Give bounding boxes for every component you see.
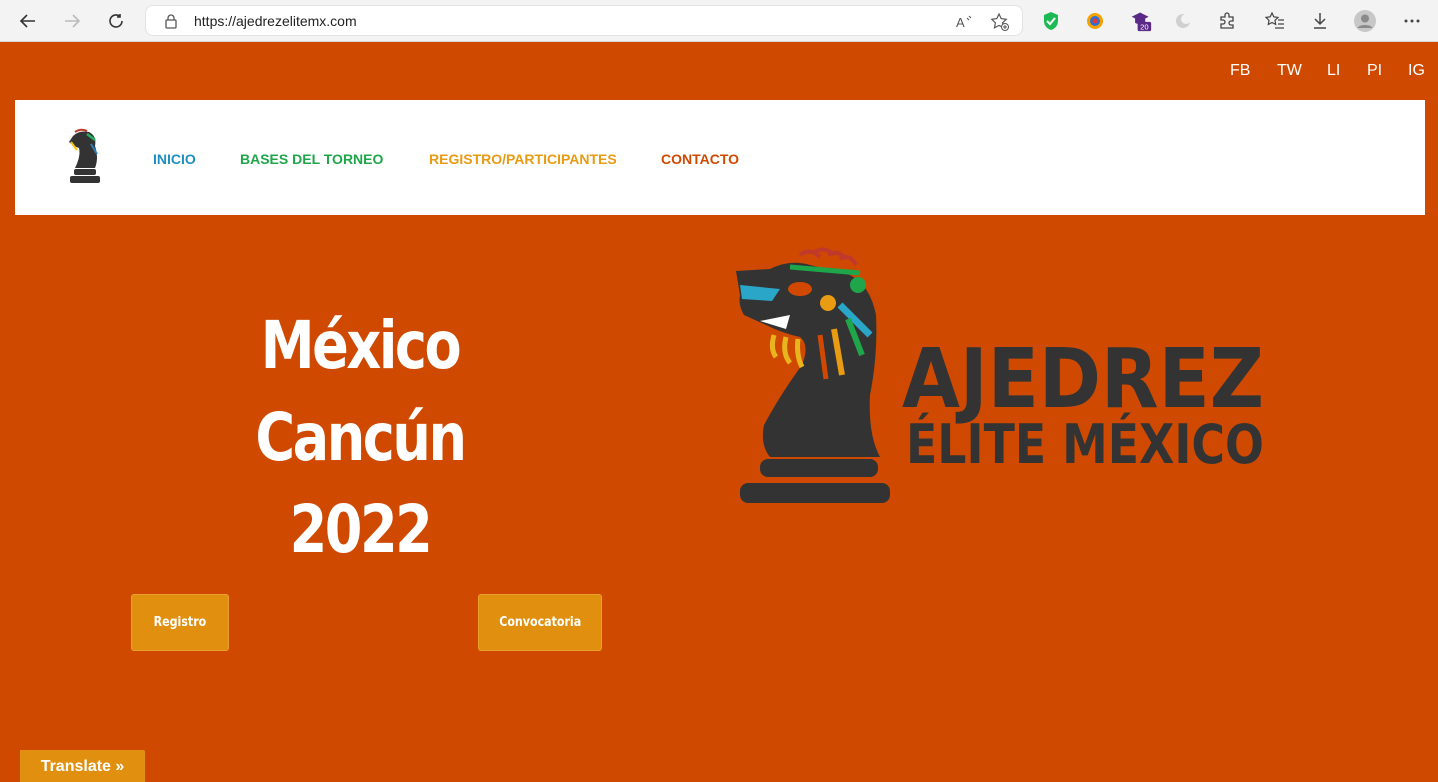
- moon-extension-icon[interactable]: [1172, 10, 1194, 32]
- extensions-puzzle-icon[interactable]: [1216, 10, 1238, 32]
- registro-button[interactable]: Registro: [131, 594, 229, 651]
- site-navbar: INICIO BASES DEL TORNEO REGISTRO/PARTICI…: [15, 100, 1425, 215]
- nav-link-registro-participantes[interactable]: REGISTRO/PARTICIPANTES: [429, 151, 617, 167]
- read-aloud-icon[interactable]: A: [954, 12, 974, 32]
- ajedrez-elite-mexico-logo: AJEDREZ ÉLITE MÉXICO: [736, 247, 1264, 503]
- svg-text:A: A: [956, 15, 965, 30]
- brand-word-elite-mexico: ÉLITE MÉXICO: [906, 413, 1264, 476]
- back-icon[interactable]: [16, 9, 40, 33]
- serpent-knight-icon: [736, 247, 890, 503]
- profile-avatar-icon[interactable]: [1354, 10, 1376, 32]
- nav-link-inicio[interactable]: INICIO: [153, 151, 196, 167]
- social-link-ig[interactable]: IG: [1408, 62, 1425, 80]
- address-bar[interactable]: https://ajedrezelitemx.com A: [145, 5, 1023, 36]
- site-logo-icon[interactable]: [65, 128, 105, 186]
- hero-title-line2: 2022: [289, 491, 433, 568]
- favorites-icon[interactable]: [1264, 10, 1286, 32]
- graduation-extension-icon[interactable]: 20: [1130, 10, 1152, 32]
- browser-toolbar: https://ajedrezelitemx.com A 20: [0, 0, 1438, 42]
- lock-icon: [165, 14, 177, 29]
- nav-link-contacto[interactable]: CONTACTO: [661, 151, 739, 167]
- shield-extension-icon[interactable]: [1040, 10, 1062, 32]
- social-link-li[interactable]: LI: [1327, 62, 1340, 80]
- colorful-extension-icon[interactable]: [1084, 10, 1106, 32]
- social-link-tw[interactable]: TW: [1277, 62, 1302, 80]
- convocatoria-button[interactable]: Convocatoria: [478, 594, 602, 651]
- registro-button-label: Registro: [153, 615, 207, 630]
- extension-badge: 20: [1140, 22, 1148, 31]
- more-menu-icon[interactable]: [1401, 10, 1423, 32]
- convocatoria-button-label: Convocatoria: [499, 615, 581, 630]
- social-link-pi[interactable]: PI: [1367, 62, 1382, 80]
- translate-button[interactable]: Translate »: [20, 750, 145, 782]
- downloads-icon[interactable]: [1309, 10, 1331, 32]
- social-link-fb[interactable]: FB: [1230, 62, 1250, 80]
- reload-icon[interactable]: [104, 9, 128, 33]
- nav-link-bases-del-torneo[interactable]: BASES DEL TORNEO: [240, 151, 383, 167]
- hero-title-line1: México Cancún: [255, 307, 467, 476]
- hero-title: México Cancún 2022: [171, 300, 548, 576]
- add-favorite-icon[interactable]: [990, 12, 1010, 32]
- url-text: https://ajedrezelitemx.com: [194, 13, 357, 29]
- forward-icon[interactable]: [60, 9, 84, 33]
